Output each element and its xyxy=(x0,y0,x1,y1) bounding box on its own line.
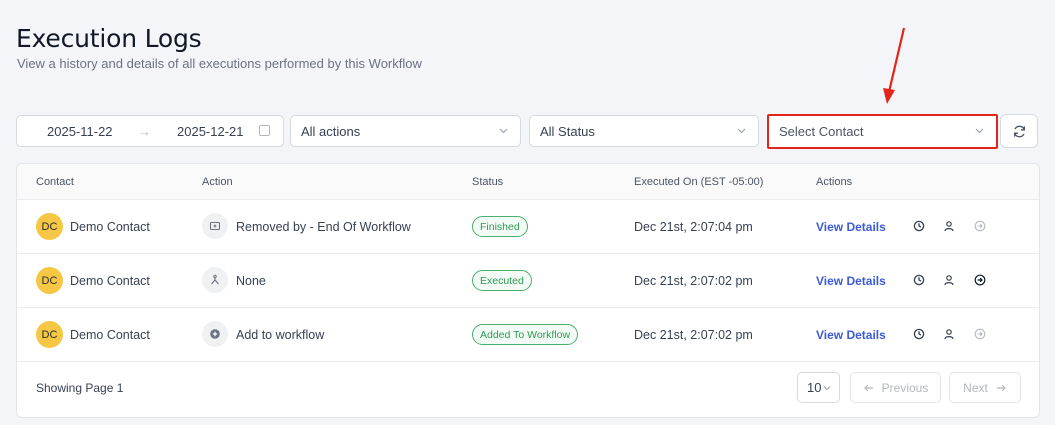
next-button[interactable]: Next xyxy=(949,372,1021,403)
exit-icon[interactable] xyxy=(974,274,986,286)
status-select-value: All Status xyxy=(540,123,595,139)
status-badge: Added To Workflow xyxy=(472,324,579,345)
exit-icon[interactable] xyxy=(974,220,986,232)
history-icon[interactable] xyxy=(913,274,925,286)
chevron-down-icon xyxy=(499,128,508,134)
plus-circle-icon xyxy=(202,321,228,347)
column-header-action: Action xyxy=(202,176,233,188)
date-arrow-icon: → xyxy=(138,123,151,139)
history-icon[interactable] xyxy=(913,220,925,232)
column-header-contact: Contact xyxy=(36,176,74,188)
page-title: Execution Logs xyxy=(16,24,202,53)
view-details-link[interactable]: View Details xyxy=(816,220,886,234)
column-header-status: Status xyxy=(472,176,504,188)
chevron-down-icon xyxy=(824,385,831,390)
refresh-icon xyxy=(1013,125,1025,137)
page-subtitle: View a history and details of all execut… xyxy=(17,56,422,71)
showing-page-text: Showing Page 1 xyxy=(36,381,124,395)
arrow-right-icon xyxy=(996,384,1006,391)
action-text: None xyxy=(236,274,266,288)
contact-name[interactable]: Demo Contact xyxy=(70,274,150,288)
remove-icon xyxy=(202,213,228,239)
user-icon[interactable] xyxy=(943,274,955,286)
history-icon[interactable] xyxy=(913,328,925,340)
user-icon[interactable] xyxy=(943,220,955,232)
contact-name[interactable]: Demo Contact xyxy=(70,328,150,342)
contact-name[interactable]: Demo Contact xyxy=(70,220,150,234)
actions-select[interactable]: All actions xyxy=(290,115,521,147)
view-details-link[interactable]: View Details xyxy=(816,328,886,342)
date-start[interactable]: 2025-11-22 xyxy=(47,124,113,139)
avatar[interactable]: DC xyxy=(36,213,63,240)
refresh-button[interactable] xyxy=(1000,114,1038,148)
previous-button[interactable]: Previous xyxy=(850,372,941,403)
executed-on: Dec 21st, 2:07:02 pm xyxy=(634,274,753,288)
exit-icon[interactable] xyxy=(974,328,986,340)
executed-on: Dec 21st, 2:07:02 pm xyxy=(634,328,753,342)
column-header-actions: Actions xyxy=(816,176,853,188)
annotation-arrow-icon xyxy=(883,27,906,104)
previous-label: Previous xyxy=(881,380,929,395)
user-icon[interactable] xyxy=(943,328,955,340)
next-label: Next xyxy=(963,380,988,395)
avatar[interactable]: DC xyxy=(36,267,63,294)
action-text: Removed by - End Of Workflow xyxy=(236,220,411,234)
status-badge: Executed xyxy=(472,270,532,291)
avatar[interactable]: DC xyxy=(36,321,63,348)
execution-logs-table: Contact Action Status Executed On (EST -… xyxy=(16,163,1040,418)
actions-select-value: All actions xyxy=(301,123,361,139)
date-range-picker[interactable]: 2025-11-22 → 2025-12-21 xyxy=(16,115,284,147)
chevron-down-icon xyxy=(737,128,746,134)
branch-icon xyxy=(202,267,228,293)
calendar-icon[interactable] xyxy=(259,125,270,136)
page-size-select[interactable]: 10 xyxy=(797,372,840,403)
contact-select[interactable]: Select Contact xyxy=(767,114,998,149)
executed-on: Dec 21st, 2:07:04 pm xyxy=(634,220,753,234)
table-row: DC Demo Contact Add to workflow Added To… xyxy=(17,308,1039,362)
table-row: DC Demo Contact Removed by - End Of Work… xyxy=(17,200,1039,254)
table-row: DC Demo Contact None Executed Dec 21st, … xyxy=(17,254,1039,308)
status-select[interactable]: All Status xyxy=(529,115,759,147)
table-header: Contact Action Status Executed On (EST -… xyxy=(17,164,1039,200)
page-size-value: 10 xyxy=(807,380,822,395)
date-end[interactable]: 2025-12-21 xyxy=(177,124,244,139)
contact-select-placeholder: Select Contact xyxy=(779,124,864,139)
column-header-executed-on: Executed On (EST -05:00) xyxy=(634,176,764,188)
chevron-down-icon xyxy=(975,128,984,134)
status-badge: Finished xyxy=(472,216,528,237)
view-details-link[interactable]: View Details xyxy=(816,274,886,288)
action-text: Add to workflow xyxy=(236,328,325,342)
arrow-left-icon xyxy=(863,384,873,391)
